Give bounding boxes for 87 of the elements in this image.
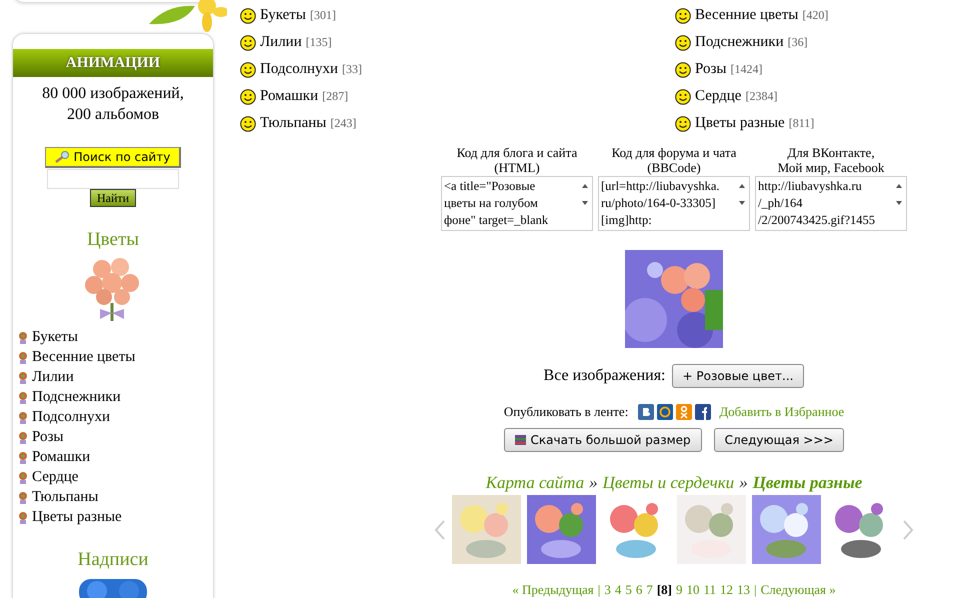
- category-count: [420]: [802, 8, 828, 23]
- section-title: Надписи: [78, 549, 148, 571]
- sidebar-link[interactable]: Ромашки: [18, 447, 213, 467]
- site-search-button[interactable]: Поиск по сайту: [44, 147, 182, 168]
- pagination-separator: |: [754, 582, 757, 598]
- sidebar-header: АНИМАЦИИ: [13, 49, 213, 77]
- smiley-icon: [675, 34, 691, 50]
- sidebar-link[interactable]: Сердце: [18, 467, 213, 487]
- category-count: [287]: [322, 89, 348, 104]
- smiley-icon: [240, 88, 256, 104]
- flower-icon: [18, 350, 28, 364]
- category-link[interactable]: Лилии: [260, 34, 302, 51]
- category-link[interactable]: Букеты: [260, 7, 306, 24]
- smiley-icon: [240, 116, 256, 132]
- code-label: Код для форума и чата (BBCode): [610, 145, 738, 175]
- pagination-separator: |: [598, 582, 600, 598]
- category-count: [2384]: [745, 89, 778, 104]
- code-field[interactable]: <a title="Розовые цветы на голубом фоне" target=_blank: [441, 176, 593, 231]
- sidebar-link[interactable]: Розы: [18, 427, 213, 447]
- smiley-icon: [675, 62, 691, 78]
- previous-link[interactable]: « Предыдущая: [512, 582, 594, 598]
- sidebar-link[interactable]: Весенние цветы: [18, 347, 213, 367]
- category-count: [243]: [330, 116, 356, 131]
- flower-icon: [18, 370, 28, 384]
- share-icon[interactable]: [657, 404, 674, 420]
- breadcrumb-separator: »: [589, 473, 598, 493]
- next-link[interactable]: Следующая »: [760, 582, 836, 598]
- stats-text: 200 альбомов: [66, 105, 160, 125]
- breadcrumb-separator: »: [739, 473, 748, 493]
- find-button[interactable]: Найти: [90, 189, 136, 207]
- publish-label: Опубликовать в ленте:: [504, 404, 628, 420]
- flower-icon: [18, 470, 28, 484]
- smiley-icon: [240, 34, 256, 50]
- code-field[interactable]: [url=http://liubavyshka. ru/photo/164-0-33305] [img]http:: [598, 176, 750, 231]
- magnifier-icon: [54, 151, 70, 163]
- code-label: Для ВКонтакте, Мой мир, Facebook: [776, 145, 886, 175]
- flower-icon: [18, 450, 28, 464]
- category-link[interactable]: Тюльпаны: [260, 115, 326, 132]
- category-count: [1424]: [730, 62, 762, 77]
- sidebar-link[interactable]: Подсолнухи: [18, 407, 213, 427]
- download-button[interactable]: Скачать большой размер: [504, 428, 702, 452]
- category-count: [33]: [342, 62, 362, 77]
- smiley-icon: [675, 116, 691, 132]
- search-field[interactable]: [47, 169, 179, 189]
- flower-icon: [18, 410, 28, 424]
- sidebar-link[interactable]: Цветы разные: [18, 507, 213, 527]
- sidebar-link[interactable]: Тюльпаны: [18, 487, 213, 507]
- page-link[interactable]: [8]: [656, 582, 672, 598]
- category-link[interactable]: Цветы разные: [695, 115, 785, 132]
- chevron-right-icon[interactable]: [902, 518, 914, 540]
- all-images-label: Все изображения:: [544, 367, 666, 385]
- category-count: [301]: [310, 8, 336, 23]
- category-link[interactable]: Подснежники: [695, 34, 784, 51]
- chevron-left-icon[interactable]: [434, 518, 446, 540]
- smiley-icon: [240, 62, 256, 78]
- album-button[interactable]: + Розовые цвет...: [672, 364, 804, 388]
- sidebar-link[interactable]: Лилии: [18, 367, 213, 387]
- next-button[interactable]: Следующая >>>: [714, 428, 844, 452]
- category-link[interactable]: Ромашки: [260, 88, 318, 105]
- code-label: Код для блога и сайта (HTML): [456, 145, 578, 175]
- category-link[interactable]: Подсолнухи: [260, 61, 338, 78]
- smiley-icon: [675, 8, 691, 24]
- flower-icon: [18, 330, 28, 344]
- category-link[interactable]: Сердце: [695, 88, 742, 105]
- page-link[interactable]: 11: [704, 582, 716, 598]
- stats-text: 80 000 изображений,: [42, 84, 184, 104]
- category-count: [811]: [788, 116, 814, 131]
- share-icon[interactable]: [638, 404, 654, 420]
- share-icon[interactable]: [695, 404, 712, 420]
- code-field[interactable]: http://liubavyshka.ru /_ph/164 /2/200743425.gif?1455: [755, 176, 907, 231]
- category-count: [135]: [306, 35, 332, 50]
- flower-icon: [18, 390, 28, 404]
- page-link[interactable]: 3: [604, 582, 611, 598]
- section-title: Цветы: [86, 229, 140, 251]
- flower-icon: [18, 430, 28, 444]
- sidebar-link[interactable]: Подснежники: [18, 387, 213, 407]
- archive-icon: [514, 435, 526, 445]
- category-link[interactable]: Розы: [695, 61, 726, 78]
- smiley-icon: [675, 88, 691, 104]
- category-count: [36]: [788, 35, 808, 50]
- category-link[interactable]: Весенние цветы: [695, 7, 798, 24]
- page-link[interactable]: 13: [737, 582, 750, 598]
- page-link[interactable]: 10: [686, 582, 700, 598]
- smiley-icon: [240, 8, 256, 24]
- sidebar-link[interactable]: Букеты: [18, 327, 213, 347]
- flower-icon: [18, 490, 28, 504]
- flower-icon: [18, 510, 28, 524]
